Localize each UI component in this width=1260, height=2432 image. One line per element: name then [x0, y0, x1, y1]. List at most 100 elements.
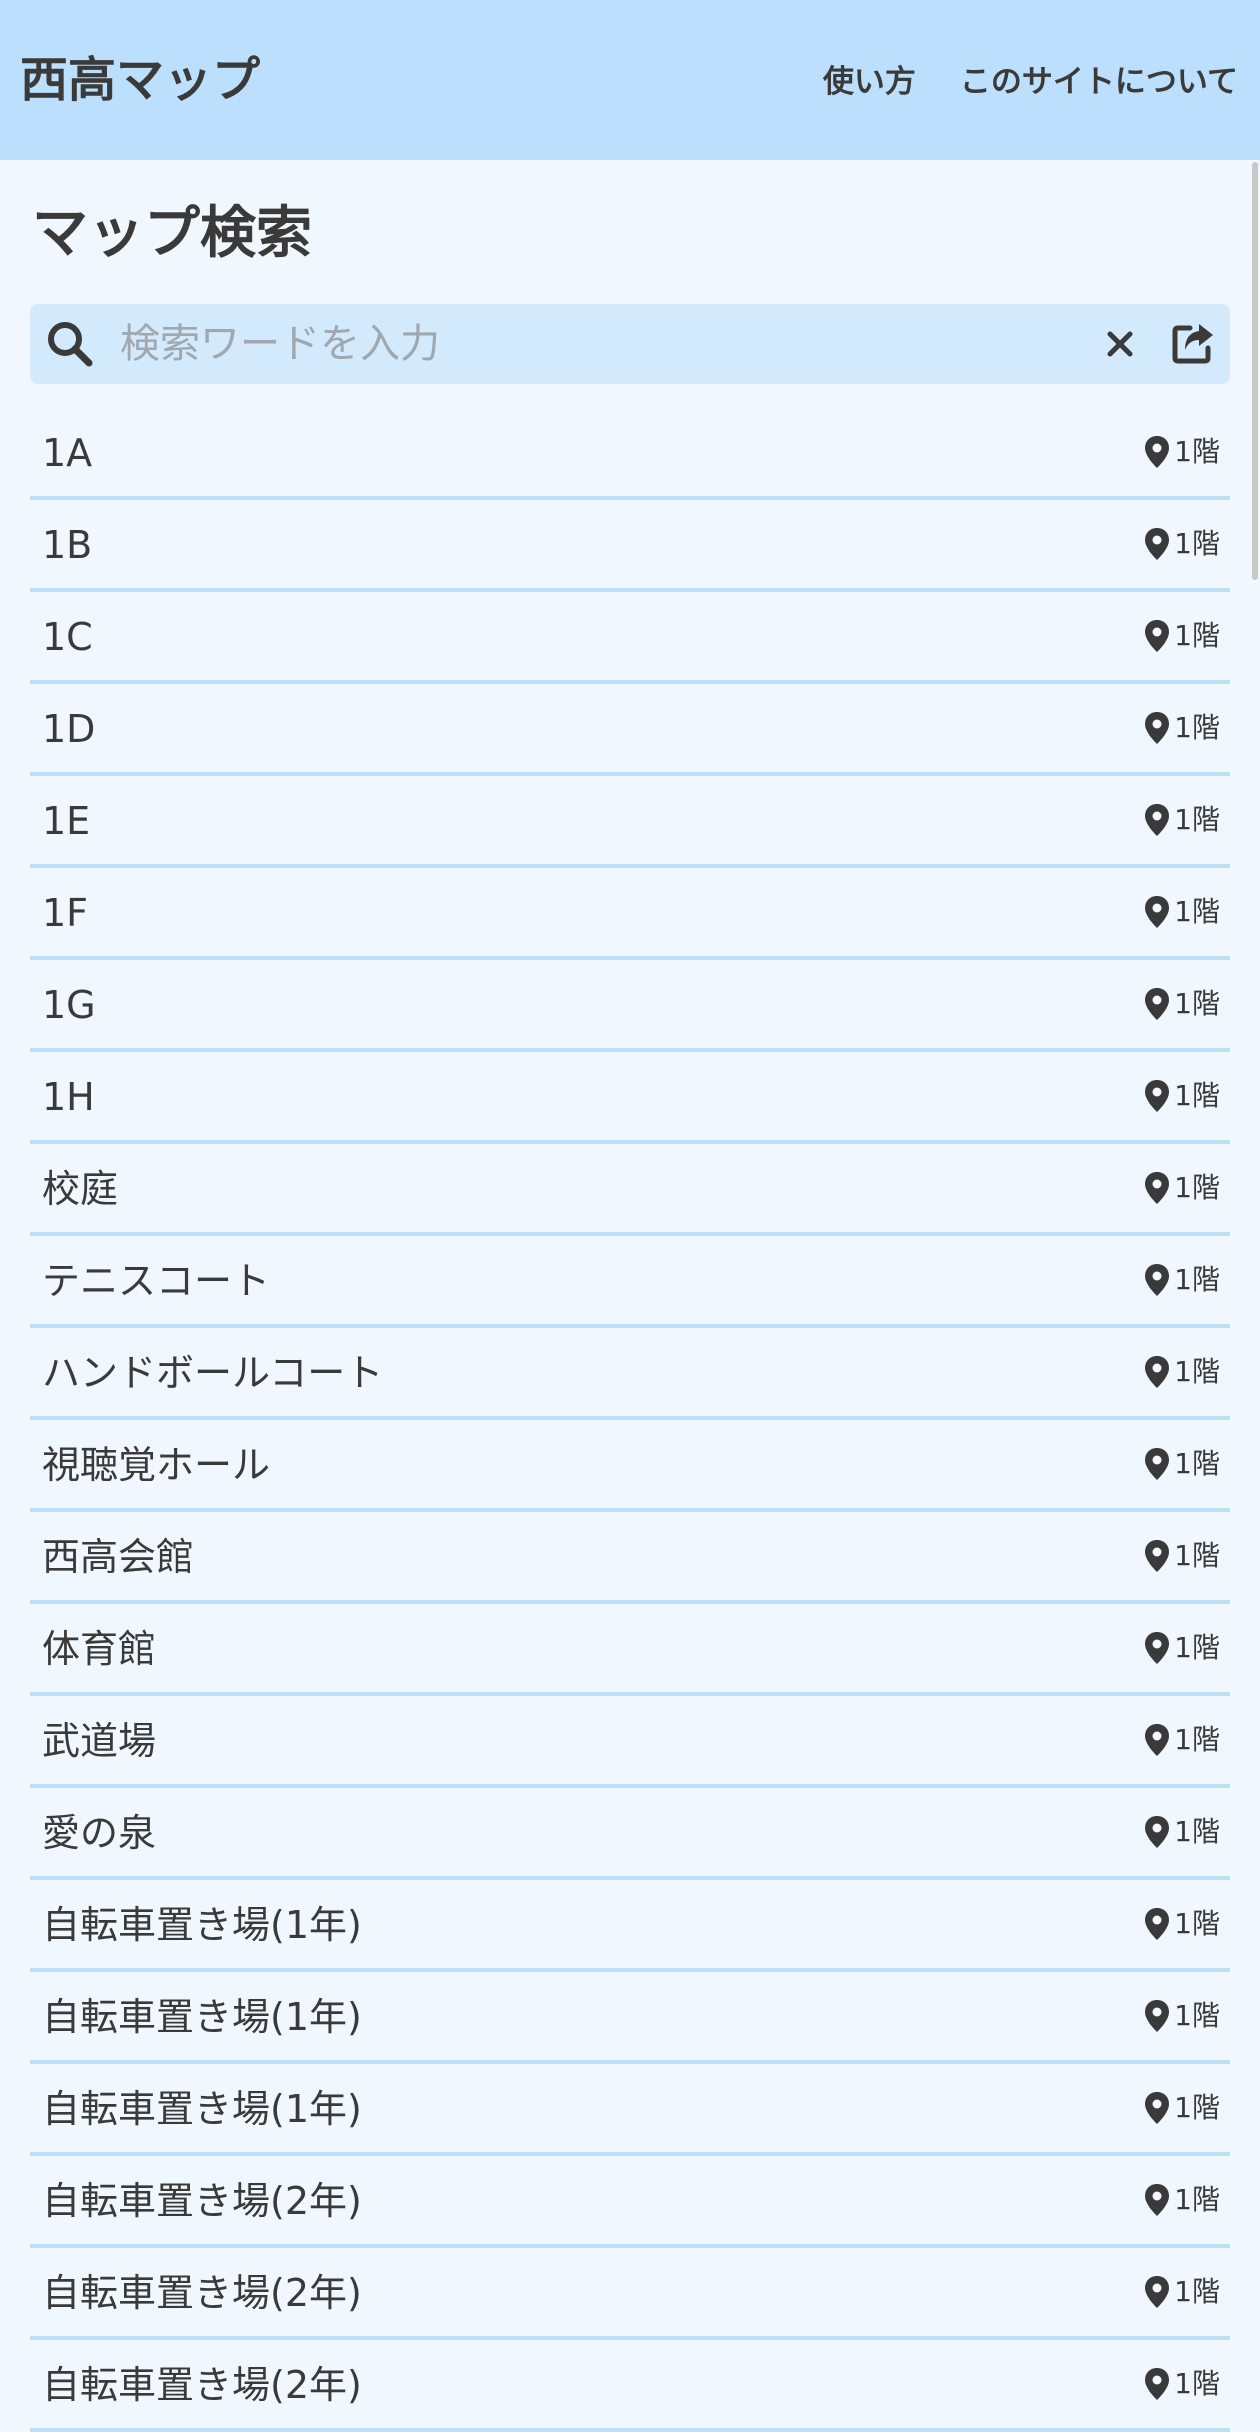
- place-name: 1F: [42, 891, 89, 935]
- nav-link-usage[interactable]: 使い方: [823, 60, 916, 104]
- list-item[interactable]: 西高会館 1階: [30, 1512, 1230, 1604]
- floor-text: 1階: [1174, 895, 1220, 928]
- floor-label: 1階: [1144, 894, 1220, 930]
- map-pin-icon: [1145, 1264, 1170, 1296]
- list-item[interactable]: 視聴覚ホール 1階: [30, 1420, 1230, 1512]
- scrollbar-thumb[interactable]: [1252, 162, 1258, 580]
- map-pin-icon: [1145, 1908, 1170, 1940]
- search-bar: [30, 304, 1230, 384]
- list-item[interactable]: ハンドボールコート 1階: [30, 1328, 1230, 1420]
- list-item[interactable]: 1H 1階: [30, 1052, 1230, 1144]
- map-pin-icon: [1145, 1632, 1170, 1664]
- list-item[interactable]: 体育館 1階: [30, 1604, 1230, 1696]
- place-name: 1E: [42, 799, 91, 843]
- share-icon[interactable]: [1170, 320, 1216, 366]
- floor-label: 1階: [1144, 618, 1220, 654]
- map-pin-icon: [1145, 2368, 1170, 2400]
- place-name: 1G: [42, 983, 96, 1027]
- list-item[interactable]: 自転車置き場(1年) 1階: [30, 2064, 1230, 2156]
- close-icon[interactable]: [1100, 324, 1140, 364]
- place-list: 1A 1階 1B 1階 1C 1階 1D 1階 1E 1階 1F 1階 1G 1…: [30, 408, 1230, 2432]
- search-icon: [48, 322, 93, 367]
- floor-text: 1階: [1174, 1079, 1220, 1112]
- map-pin-icon: [1145, 620, 1170, 652]
- place-name: 1C: [42, 615, 93, 659]
- floor-text: 1階: [1174, 1907, 1220, 1940]
- place-name: 体育館: [42, 1627, 157, 1671]
- search-input[interactable]: [110, 314, 1110, 374]
- list-item[interactable]: 1A 1階: [30, 408, 1230, 500]
- floor-label: 1階: [1144, 1906, 1220, 1942]
- floor-text: 1階: [1174, 1815, 1220, 1848]
- place-name: 愛の泉: [42, 1811, 157, 1855]
- floor-text: 1階: [1174, 619, 1220, 652]
- list-item[interactable]: 1G 1階: [30, 960, 1230, 1052]
- map-pin-icon: [1145, 804, 1170, 836]
- map-pin-icon: [1145, 1172, 1170, 1204]
- place-name: 1B: [42, 523, 93, 567]
- page-title: マップ検索: [32, 201, 312, 266]
- list-item[interactable]: 自転車置き場(2年) 1階: [30, 2340, 1230, 2432]
- list-item[interactable]: 自転車置き場(2年) 1階: [30, 2156, 1230, 2248]
- floor-label: 1階: [1144, 1262, 1220, 1298]
- map-pin-icon: [1145, 436, 1170, 468]
- floor-text: 1階: [1174, 1631, 1220, 1664]
- map-pin-icon: [1145, 2276, 1170, 2308]
- place-name: 自転車置き場(1年): [42, 2087, 362, 2131]
- floor-label: 1階: [1144, 1630, 1220, 1666]
- list-item[interactable]: 武道場 1階: [30, 1696, 1230, 1788]
- place-name: 自転車置き場(2年): [42, 2271, 362, 2315]
- floor-text: 1階: [1174, 2275, 1220, 2308]
- list-item[interactable]: 自転車置き場(2年) 1階: [30, 2248, 1230, 2340]
- floor-text: 1階: [1174, 2367, 1220, 2400]
- map-pin-icon: [1145, 1448, 1170, 1480]
- map-pin-icon: [1145, 1540, 1170, 1572]
- map-pin-icon: [1145, 1356, 1170, 1388]
- floor-text: 1階: [1174, 1263, 1220, 1296]
- app-title[interactable]: 西高マップ: [20, 50, 260, 110]
- map-pin-icon: [1145, 712, 1170, 744]
- floor-label: 1階: [1144, 1170, 1220, 1206]
- place-name: 校庭: [42, 1167, 119, 1211]
- place-name: テニスコート: [42, 1259, 271, 1303]
- floor-text: 1階: [1174, 435, 1220, 468]
- floor-label: 1階: [1144, 986, 1220, 1022]
- floor-label: 1階: [1144, 2366, 1220, 2402]
- map-pin-icon: [1145, 2092, 1170, 2124]
- list-item[interactable]: 1F 1階: [30, 868, 1230, 960]
- floor-label: 1階: [1144, 1722, 1220, 1758]
- place-name: 自転車置き場(1年): [42, 1903, 362, 1947]
- floor-text: 1階: [1174, 2091, 1220, 2124]
- list-item[interactable]: 1C 1階: [30, 592, 1230, 684]
- floor-label: 1階: [1144, 526, 1220, 562]
- place-name: ハンドボールコート: [42, 1351, 384, 1395]
- floor-text: 1階: [1174, 1539, 1220, 1572]
- floor-label: 1階: [1144, 2182, 1220, 2218]
- floor-text: 1階: [1174, 527, 1220, 560]
- place-name: 武道場: [42, 1719, 157, 1763]
- list-item[interactable]: 自転車置き場(1年) 1階: [30, 1972, 1230, 2064]
- floor-label: 1階: [1144, 434, 1220, 470]
- list-item[interactable]: 1B 1階: [30, 500, 1230, 592]
- list-item[interactable]: 校庭 1階: [30, 1144, 1230, 1236]
- floor-text: 1階: [1174, 1355, 1220, 1388]
- floor-label: 1階: [1144, 710, 1220, 746]
- list-item[interactable]: テニスコート 1階: [30, 1236, 1230, 1328]
- list-item[interactable]: 1D 1階: [30, 684, 1230, 776]
- list-item[interactable]: 愛の泉 1階: [30, 1788, 1230, 1880]
- map-pin-icon: [1145, 1080, 1170, 1112]
- place-name: 1D: [42, 707, 96, 751]
- header-nav: 使い方 このサイトについて: [823, 60, 1238, 104]
- floor-text: 1階: [1174, 2183, 1220, 2216]
- nav-link-about[interactable]: このサイトについて: [960, 60, 1238, 104]
- list-item[interactable]: 自転車置き場(1年) 1階: [30, 1880, 1230, 1972]
- floor-label: 1階: [1144, 1354, 1220, 1390]
- place-name: 自転車置き場(2年): [42, 2179, 362, 2223]
- place-name: 1A: [42, 431, 93, 475]
- map-pin-icon: [1145, 988, 1170, 1020]
- map-pin-icon: [1145, 1816, 1170, 1848]
- list-item[interactable]: 1E 1階: [30, 776, 1230, 868]
- floor-label: 1階: [1144, 2090, 1220, 2126]
- place-name: 1H: [42, 1075, 95, 1119]
- map-pin-icon: [1145, 528, 1170, 560]
